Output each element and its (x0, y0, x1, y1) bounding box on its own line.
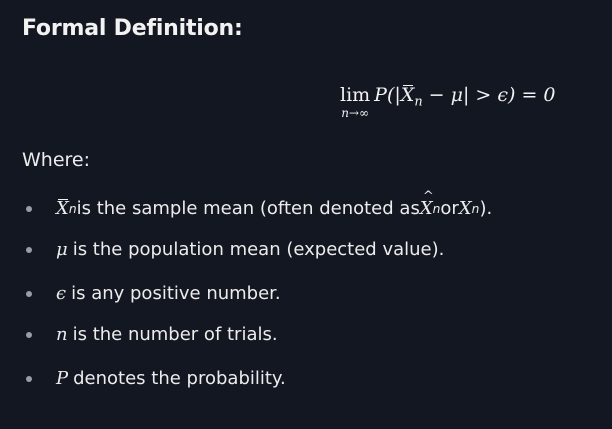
definition-symbol-subscript: n (68, 201, 77, 216)
equation-prefix: P(| (374, 84, 401, 106)
equation-variable: X (400, 84, 415, 106)
section-heading: Formal Definition: (22, 16, 243, 41)
where-label: Where: (22, 149, 91, 171)
definition-symbol: P (56, 368, 69, 389)
list-item: ϵ is any positive number. (26, 283, 281, 304)
alt-symbol-subscript: n (471, 201, 480, 216)
equation-variable-subscript: n (414, 94, 423, 110)
list-item: n is the number of trials. (26, 324, 278, 345)
equation-rest: − μ| > ϵ) = 0 (422, 84, 556, 106)
definition-or-text: or (440, 198, 459, 219)
bullet-icon (26, 246, 32, 253)
definition-symbol: n (56, 324, 68, 345)
definition-text: is the population mean (expected value). (72, 239, 445, 260)
definition-symbol: ϵ (56, 283, 67, 304)
lim-subscript: n→∞ (341, 106, 369, 120)
definition-end-text: ). (479, 198, 493, 219)
alt-symbol: X (458, 198, 472, 219)
list-item: Xn is the sample mean (often denoted as … (26, 189, 493, 219)
limit-equation: lim n→∞ P(|Xn − μ| > ϵ) = 0 (340, 84, 556, 119)
definition-text: is the sample mean (often denoted as (76, 198, 420, 219)
bullet-icon (26, 290, 32, 297)
list-item: P denotes the probability. (26, 368, 286, 389)
bullet-icon (26, 375, 32, 382)
limit-operator: lim n→∞ (340, 84, 370, 119)
equation-body: P(|Xn − μ| > ϵ) = 0 (374, 84, 555, 114)
definition-text: is any positive number. (71, 283, 281, 304)
definition-symbol: μ (56, 239, 68, 260)
definition-text: is the number of trials. (72, 324, 278, 345)
alt-symbol-hat-subscript: n (432, 201, 441, 216)
alt-symbol-hat: X (420, 189, 434, 219)
bullet-icon (26, 331, 32, 338)
definition-symbol: X (56, 198, 69, 219)
list-item: μ is the population mean (expected value… (26, 239, 444, 260)
bullet-icon (26, 205, 32, 212)
lim-word: lim (340, 84, 371, 106)
definition-text: denotes the probability. (73, 368, 286, 389)
